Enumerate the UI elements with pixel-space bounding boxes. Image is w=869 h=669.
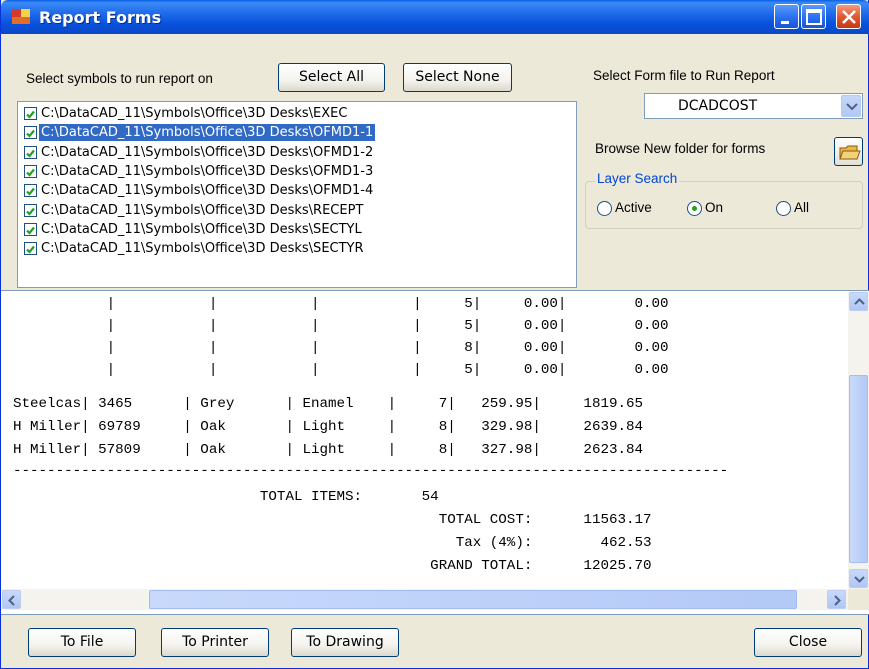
list-item[interactable]: C:\DataCAD_11\Symbols\Office\3D Desks\EX… xyxy=(22,105,574,122)
checkbox[interactable] xyxy=(24,126,37,140)
horizontal-scroll-thumb[interactable] xyxy=(149,590,797,609)
minimize-icon xyxy=(781,21,789,24)
minimize-button[interactable] xyxy=(774,4,799,29)
check-icon xyxy=(26,187,35,196)
checkbox[interactable] xyxy=(24,203,37,217)
checkbox[interactable] xyxy=(24,242,37,256)
radio-circle[interactable] xyxy=(776,201,791,216)
radio-circle[interactable] xyxy=(597,201,612,216)
check-icon xyxy=(26,226,35,235)
report-forms-window: Report Forms Select symbols to run repor… xyxy=(0,0,869,669)
folder-icon xyxy=(839,145,861,160)
close-window-button[interactable] xyxy=(836,4,861,29)
symbol-path: C:\DataCAD_11\Symbols\Office\3D Desks\SE… xyxy=(41,241,364,257)
report-line: TOTAL ITEMS: 54 xyxy=(13,489,439,505)
form-file-select[interactable]: DCADCOST xyxy=(644,93,863,119)
list-item[interactable]: C:\DataCAD_11\Symbols\Office\3D Desks\SE… xyxy=(22,221,574,238)
checkbox[interactable] xyxy=(24,222,37,236)
list-item[interactable]: C:\DataCAD_11\Symbols\Office\3D Desks\OF… xyxy=(22,144,574,161)
checkbox[interactable] xyxy=(24,145,37,159)
report-line: | | | | 5| 0.00| 0.00 xyxy=(13,318,669,334)
report-line: | | | | 5| 0.00| 0.00 xyxy=(13,296,669,312)
maximize-icon xyxy=(806,9,822,25)
to-file-button[interactable]: To File xyxy=(28,628,136,657)
radio-circle[interactable] xyxy=(687,201,702,216)
list-item[interactable]: C:\DataCAD_11\Symbols\Office\3D Desks\SE… xyxy=(22,240,574,257)
browse-folder-button[interactable] xyxy=(834,137,863,166)
form-prompt: Select Form file to Run Report xyxy=(593,68,775,83)
to-drawing-button[interactable]: To Drawing xyxy=(291,628,399,657)
browse-folder-label: Browse New folder for forms xyxy=(595,141,766,156)
chevron-right-icon xyxy=(834,595,841,606)
vertical-scrollbar[interactable] xyxy=(848,291,869,589)
select-none-button[interactable]: Select None xyxy=(403,63,512,92)
list-item[interactable]: C:\DataCAD_11\Symbols\Office\3D Desks\RE… xyxy=(22,202,574,219)
check-icon xyxy=(26,130,35,138)
checkbox[interactable] xyxy=(24,164,37,178)
form-file-value: DCADCOST xyxy=(678,98,758,114)
report-line: | | | | 8| 0.00| 0.00 xyxy=(13,340,669,356)
symbols-prompt: Select symbols to run report on xyxy=(26,71,213,86)
symbol-path: C:\DataCAD_11\Symbols\Office\3D Desks\EX… xyxy=(41,106,348,121)
symbol-path: C:\DataCAD_11\Symbols\Office\3D Desks\RE… xyxy=(41,202,364,218)
check-icon xyxy=(26,168,35,177)
symbol-path: C:\DataCAD_11\Symbols\Office\3D Desks\OF… xyxy=(37,123,377,143)
list-item[interactable]: C:\DataCAD_11\Symbols\Office\3D Desks\OF… xyxy=(22,182,574,199)
list-item[interactable]: C:\DataCAD_11\Symbols\Office\3D Desks\OF… xyxy=(22,163,574,180)
chevron-down-icon xyxy=(854,576,865,583)
report-text: | | | | 5| 0.00| 0.00 | | | | 5| 0.00| 0… xyxy=(1,291,848,589)
checkbox[interactable] xyxy=(24,184,37,198)
report-line: GRAND TOTAL: 12025.70 xyxy=(13,558,652,574)
close-button[interactable]: Close xyxy=(754,628,862,657)
layer-search-title: Layer Search xyxy=(595,171,680,186)
radio-label: Active xyxy=(615,200,652,215)
scroll-down-button[interactable] xyxy=(849,569,868,588)
radio-selected-dot xyxy=(692,206,697,211)
radio-label: All xyxy=(794,200,810,215)
report-line: ----------------------------------------… xyxy=(13,463,729,479)
symbol-path: C:\DataCAD_11\Symbols\Office\3D Desks\OF… xyxy=(41,183,374,199)
report-line: | | | | 5| 0.00| 0.00 xyxy=(13,362,669,378)
close-icon xyxy=(842,10,856,24)
symbols-list[interactable]: C:\DataCAD_11\Symbols\Office\3D Desks\EX… xyxy=(17,101,577,288)
report-line: H Miller| 69789 | Oak | Light | 8| 329.9… xyxy=(13,419,644,435)
report-output[interactable]: | | | | 5| 0.00| 0.00 | | | | 5| 0.00| 0… xyxy=(1,290,869,615)
chevron-up-icon xyxy=(854,298,865,305)
scroll-right-button[interactable] xyxy=(827,590,846,609)
check-icon xyxy=(26,245,35,254)
symbol-path: C:\DataCAD_11\Symbols\Office\3D Desks\OF… xyxy=(41,163,374,179)
report-line: TOTAL COST: 11563.17 xyxy=(13,512,652,528)
check-icon xyxy=(26,207,35,216)
chevron-down-icon[interactable] xyxy=(841,95,861,117)
report-line: Steelcas| 3465 | Grey | Enamel | 7| 259.… xyxy=(13,396,644,412)
select-all-button[interactable]: Select All xyxy=(278,63,385,92)
list-item[interactable]: C:\DataCAD_11\Symbols\Office\3D Desks\OF… xyxy=(22,123,574,143)
check-icon xyxy=(26,149,35,158)
checkbox[interactable] xyxy=(24,107,37,120)
report-line: H Miller| 57809 | Oak | Light | 8| 327.9… xyxy=(13,442,644,458)
chevron-left-icon xyxy=(8,595,15,606)
scroll-up-button[interactable] xyxy=(849,292,868,311)
window-title: Report Forms xyxy=(39,8,162,27)
symbol-path: C:\DataCAD_11\Symbols\Office\3D Desks\OF… xyxy=(41,144,374,160)
horizontal-scrollbar[interactable] xyxy=(1,589,848,610)
scroll-left-button[interactable] xyxy=(2,590,21,609)
title-bar[interactable]: Report Forms xyxy=(1,0,869,34)
check-icon xyxy=(26,110,35,119)
radio-label: On xyxy=(705,200,724,215)
report-line: Tax (4%): 462.53 xyxy=(13,535,652,551)
report-forms-icon xyxy=(12,9,30,24)
to-printer-button[interactable]: To Printer xyxy=(161,628,269,657)
vertical-scroll-thumb[interactable] xyxy=(849,375,868,563)
symbol-path: C:\DataCAD_11\Symbols\Office\3D Desks\SE… xyxy=(41,221,362,237)
maximize-button[interactable] xyxy=(801,4,826,29)
scrollbar-corner xyxy=(848,589,869,610)
